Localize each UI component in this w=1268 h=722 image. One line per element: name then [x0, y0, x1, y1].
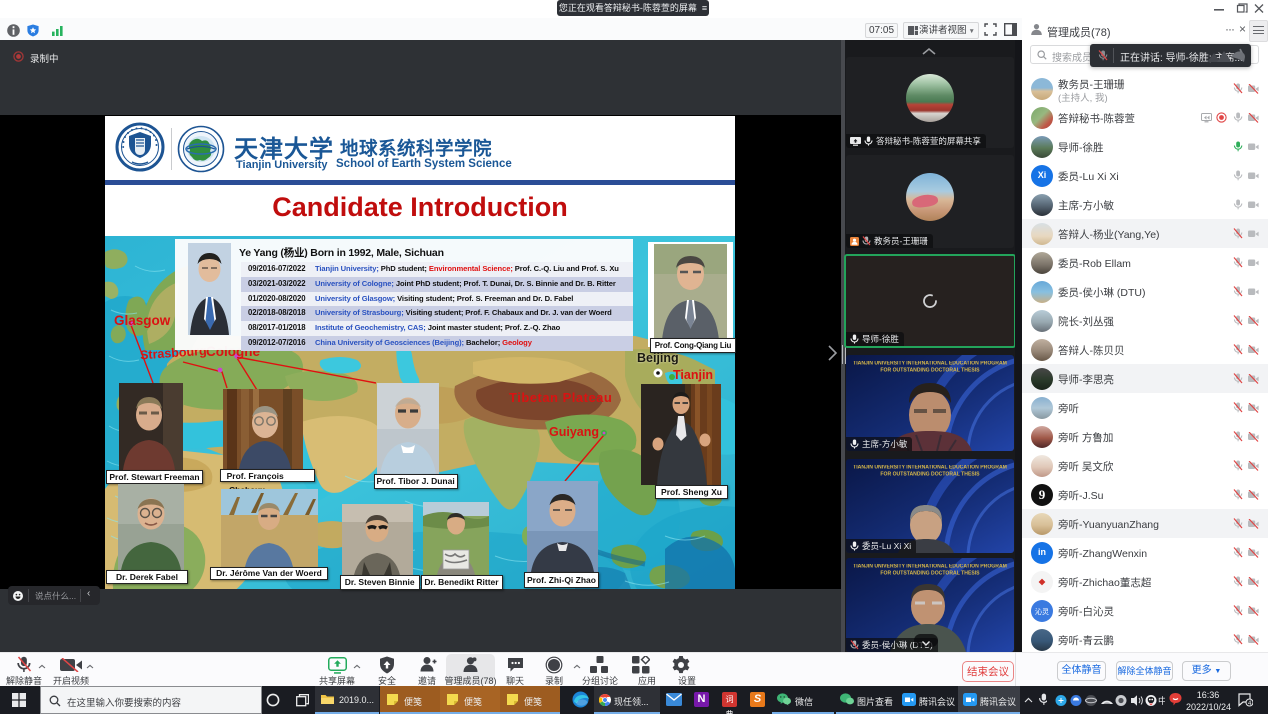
svg-text:中: 中	[1158, 695, 1165, 706]
